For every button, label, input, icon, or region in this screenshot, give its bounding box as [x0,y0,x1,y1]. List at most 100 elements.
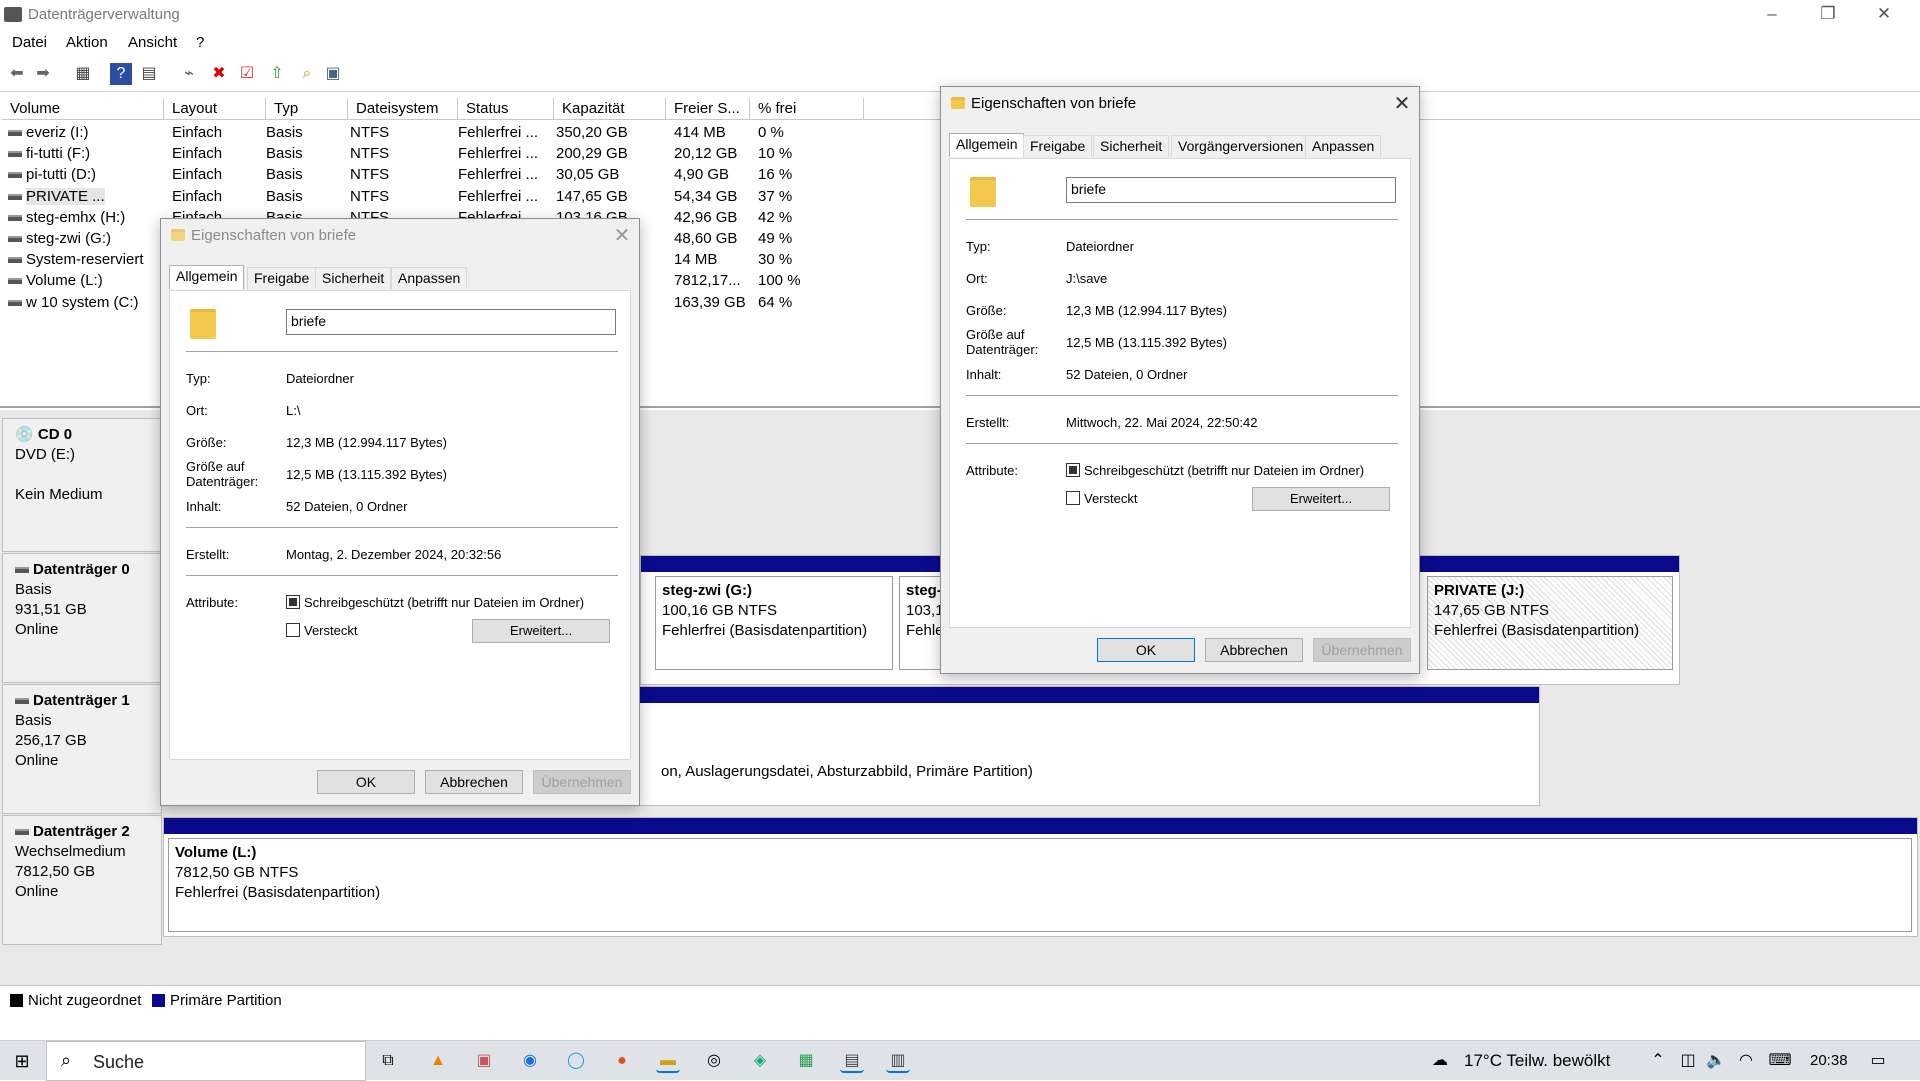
col-kapazitaet[interactable]: Kapazität [554,98,666,120]
file-explorer-icon[interactable]: ▬ [656,1049,680,1073]
chevron-up-icon[interactable]: ⌃ [1646,1049,1670,1073]
search-box[interactable]: ⌕ Suche [46,1041,366,1081]
apply-button[interactable]: Übernehmen [1313,638,1411,662]
partition-g[interactable]: steg-zwi (G:) 100,16 GB NTFS Fehlerfrei … [655,576,893,670]
minimize-icon[interactable]: – [1744,0,1800,30]
cell-volume: System-reserviert [8,251,158,268]
computer-management-icon[interactable]: ▤ [840,1049,864,1073]
disk-label-1[interactable]: Datenträger 1 Basis 256,17 GB Online [2,684,162,814]
drive-icon [15,698,29,705]
task-view-icon[interactable]: ⧉ [376,1049,400,1073]
col-status[interactable]: Status [458,98,554,120]
edge-browser-icon[interactable]: ◉ [518,1049,542,1073]
search-folder-icon[interactable]: ⌕ [296,63,318,85]
tab-sicherheit[interactable]: Sicherheit [1093,135,1170,157]
list-view-icon[interactable]: ▤ [138,63,160,85]
weather-text[interactable]: 17°C Teilw. bewölkt [1464,1051,1610,1071]
col-volume[interactable]: Volume [2,98,164,120]
meet-now-icon[interactable]: ◫ [1676,1049,1700,1073]
close-icon[interactable]: ✕ [1856,0,1912,30]
disk-label-cd0[interactable]: 💿 CD 0 DVD (E:) Kein Medium [2,418,162,552]
readonly-checkbox[interactable]: Schreibgeschützt (betrifft nur Dateien i… [286,595,584,610]
weather-icon[interactable]: ☁ [1428,1049,1452,1073]
cell-volume: everiz (I:) [8,124,158,141]
cell-layout: Einfach [172,166,223,184]
inhalt-value: 52 Dateien, 0 Ordner [286,499,408,514]
volume-icon[interactable]: 🔈 [1704,1049,1728,1073]
tab-freigabe[interactable]: Freigabe [247,267,317,289]
folder-icon [970,177,996,207]
hidden-checkbox[interactable]: Versteckt [286,623,357,638]
drive-icon [8,172,22,179]
readonly-checkbox[interactable]: Schreibgeschützt (betrifft nur Dateien i… [1066,463,1364,478]
properties-icon[interactable]: ☑ [236,63,258,85]
col-dateisystem[interactable]: Dateisystem [348,98,458,120]
hidden-checkbox[interactable]: Versteckt [1066,491,1137,506]
app-icon[interactable]: ◎ [702,1049,726,1073]
close-icon[interactable]: ✕ [1387,91,1417,115]
folder-up-icon[interactable]: ⇧ [266,63,288,85]
folder-name-field[interactable]: briefe [286,309,616,335]
disk-label-0[interactable]: Datenträger 0 Basis 931,51 GB Online [2,553,162,683]
groesse-auf-datentraeger-value: 12,5 MB (13.115.392 Bytes) [1066,335,1227,350]
disk-status: Kein Medium [15,486,103,503]
erstellt-label: Erstellt: [966,415,1010,430]
windows-start-icon[interactable]: ⊞ [10,1049,34,1073]
menu-aktion[interactable]: Aktion [66,34,108,51]
cell-pct: 16 % [758,166,793,184]
partition-j[interactable]: PRIVATE (J:) 147,65 GB NTFS Fehlerfrei (… [1427,576,1673,670]
media-player-icon[interactable]: ▣ [472,1049,496,1073]
inhalt-label: Inhalt: [966,367,1002,382]
groesse-auf-datentraeger-value: 12,5 MB (13.115.392 Bytes) [286,467,447,482]
col-layout[interactable]: Layout [164,98,266,120]
menu-help[interactable]: ? [196,34,204,51]
wifi-icon[interactable]: ◠ [1734,1049,1758,1073]
restore-icon[interactable]: ❐ [1800,0,1856,30]
tab-sicherheit[interactable]: Sicherheit [315,267,392,289]
advanced-button[interactable]: Erweitert... [1252,487,1390,511]
cell-volume: pi-tutti (D:) [8,166,158,183]
cancel-button[interactable]: Abbrechen [425,770,523,794]
partition-c-description[interactable]: on, Auslagerungsdatei, Absturzabbild, Pr… [661,763,1033,780]
checkbox-icon [286,623,300,637]
clock[interactable]: 20:38 [1810,1052,1848,1069]
app-green-icon[interactable]: ◈ [748,1049,772,1073]
tab-freigabe[interactable]: Freigabe [1023,135,1093,157]
menu-ansicht[interactable]: Ansicht [128,34,177,51]
tab-anpassen[interactable]: Anpassen [1305,135,1382,157]
delete-icon[interactable]: ✖ [208,63,230,85]
tab-allgemein[interactable]: Allgemein [169,265,245,289]
disk-label-2[interactable]: Datenträger 2 Wechselmedium 7812,50 GB O… [2,815,162,945]
close-icon[interactable]: ✕ [607,223,637,247]
firefox-icon[interactable]: ● [610,1049,634,1073]
console-tree-icon[interactable]: ▦ [72,63,94,85]
ok-button[interactable]: OK [1097,638,1195,662]
back-arrow-icon[interactable]: ⬅ [6,63,28,85]
settings-panel-icon[interactable]: ▣ [322,63,344,85]
advanced-button[interactable]: Erweitert... [472,619,610,643]
legend-primary: Primäre Partition [152,992,282,1009]
vlc-icon[interactable]: ▲ [426,1049,450,1073]
col-typ[interactable]: Typ [266,98,348,120]
ok-button[interactable]: OK [317,770,415,794]
browser-icon[interactable]: ◯ [564,1049,588,1073]
help-icon[interactable]: ? [110,63,132,85]
drive-icon [8,278,22,285]
cancel-button[interactable]: Abbrechen [1205,638,1303,662]
tab-vorgaengerversionen[interactable]: Vorgängerversionen [1171,135,1311,157]
notification-icon[interactable]: ▭ [1866,1049,1890,1073]
tab-allgemein[interactable]: Allgemein [949,133,1025,157]
spreadsheet-icon[interactable]: ▦ [794,1049,818,1073]
folder-name-field[interactable]: briefe [1066,177,1396,203]
disk-management-icon[interactable]: ▥ [886,1049,910,1073]
col-freier-speicher[interactable]: Freier S... [666,98,750,120]
legend: Nicht zugeordnet Primäre Partition [0,985,1920,1011]
partition-l[interactable]: Volume (L:) 7812,50 GB NTFS Fehlerfrei (… [168,838,1912,932]
tab-anpassen[interactable]: Anpassen [391,267,468,289]
apply-button[interactable]: Übernehmen [533,770,631,794]
keyboard-icon[interactable]: ⌨ [1768,1049,1792,1073]
col-prozent-frei[interactable]: % frei [750,98,864,120]
connect-icon[interactable]: ⌁ [178,63,200,85]
forward-arrow-icon[interactable]: ➡ [32,63,54,85]
menu-datei[interactable]: Datei [12,34,47,51]
